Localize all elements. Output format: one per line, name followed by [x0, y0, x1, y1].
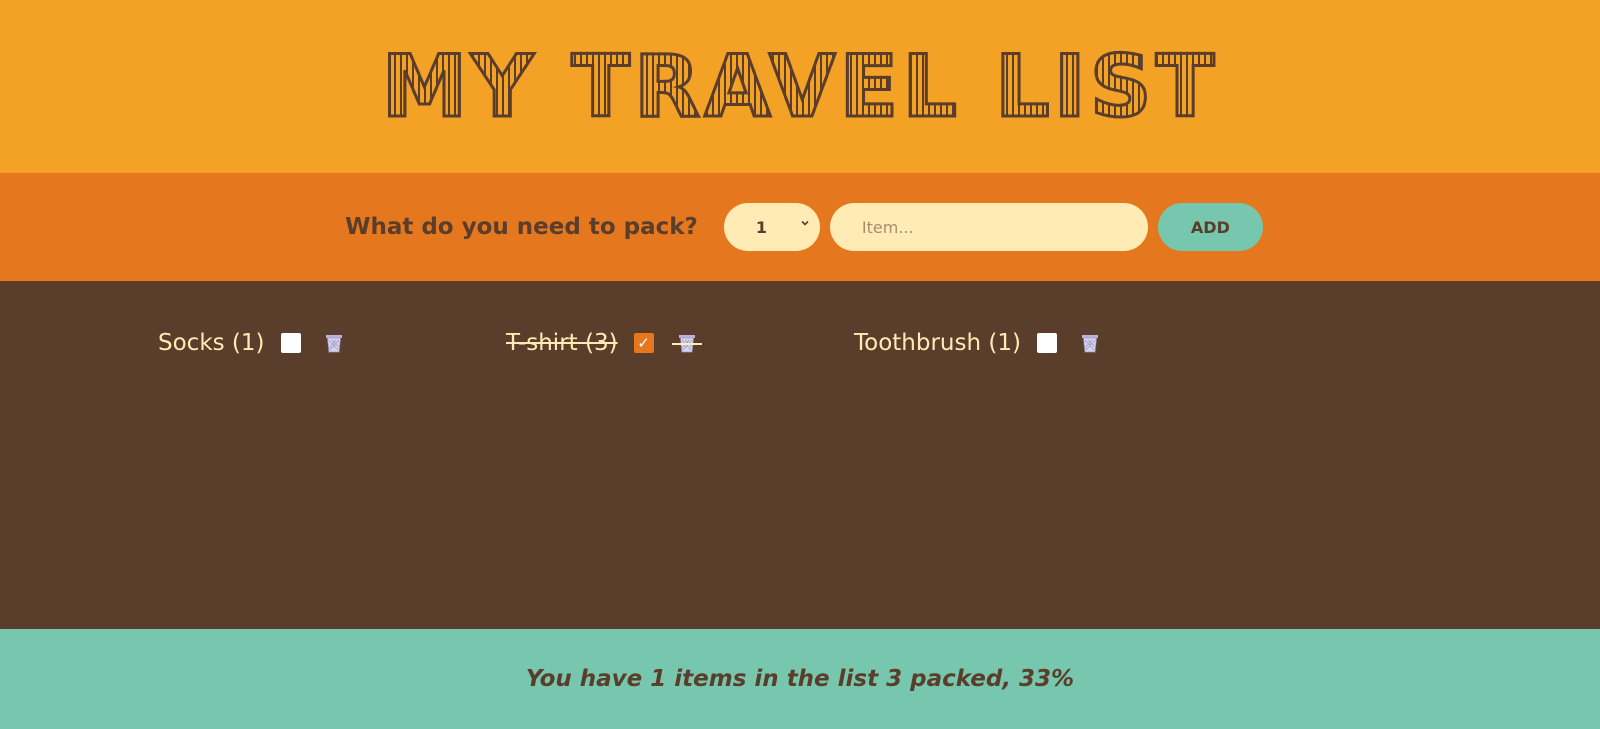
item-input[interactable]: [829, 203, 1148, 251]
form-prompt: What do you need to pack?: [345, 214, 698, 240]
stats-text: You have 1 items in the list 3 packed, 3…: [525, 666, 1075, 692]
item-label: T-shirt (3): [506, 330, 618, 356]
list-item: Socks (1): [158, 328, 466, 358]
stats-footer: You have 1 items in the list 3 packed, 3…: [0, 629, 1600, 729]
packed-checkbox[interactable]: [633, 333, 654, 353]
quantity-select[interactable]: 1: [723, 203, 820, 251]
page-title: My Travel List: [380, 36, 1219, 137]
items-list: Socks (1) T-shirt (3) To: [0, 281, 1600, 358]
packing-list: Socks (1) T-shirt (3) To: [0, 281, 1600, 629]
packed-checkbox[interactable]: [1036, 333, 1057, 353]
item-label: Socks (1): [158, 330, 265, 356]
chevron-down-icon: [800, 217, 810, 231]
trash-icon[interactable]: [671, 333, 702, 353]
packed-checkbox[interactable]: [280, 333, 301, 353]
add-button[interactable]: ADD: [1157, 203, 1263, 251]
add-item-form: What do you need to pack? 1 ADD: [0, 173, 1600, 281]
list-item: T-shirt (3): [506, 328, 814, 358]
trash-icon[interactable]: [325, 333, 343, 353]
item-label: Toothbrush (1): [854, 330, 1021, 356]
app-header: My Travel List: [0, 0, 1600, 173]
list-item: Toothbrush (1): [854, 328, 1162, 358]
quantity-value: 1: [755, 217, 768, 237]
trash-icon[interactable]: [1081, 333, 1099, 353]
